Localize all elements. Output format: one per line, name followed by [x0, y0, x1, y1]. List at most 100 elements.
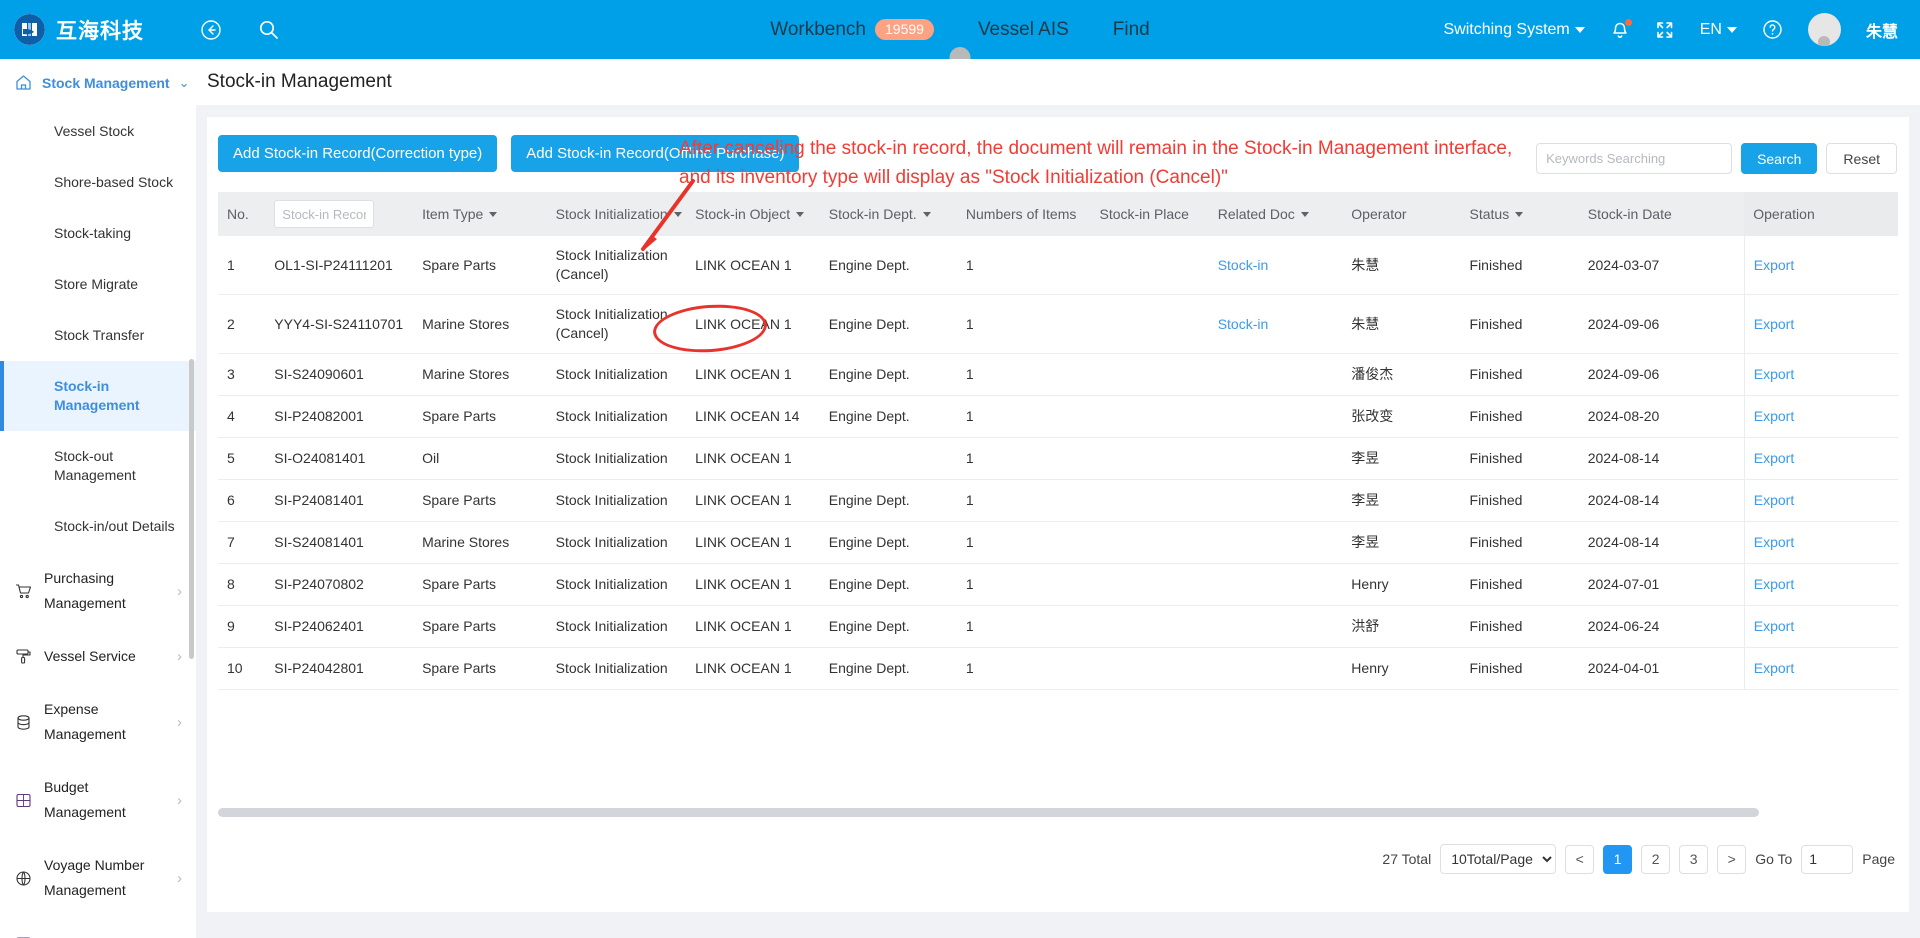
- nav-item-workbench[interactable]: Workbench 19599: [770, 19, 934, 41]
- notifications-button[interactable]: [1610, 18, 1632, 40]
- cell-stock-in-place: [1090, 605, 1209, 648]
- goto-page-input[interactable]: [1801, 844, 1854, 874]
- cell-operation[interactable]: Export: [1743, 563, 1898, 606]
- page-button-1[interactable]: 1: [1603, 844, 1633, 874]
- page-button-3[interactable]: 3: [1679, 844, 1709, 874]
- cell-operation[interactable]: Export: [1743, 647, 1898, 690]
- sidebar-item-stock-in-out-details[interactable]: Stock-in/out Details: [0, 501, 196, 552]
- search-button[interactable]: Search: [1741, 143, 1818, 174]
- cell-numbers-of-items: 1: [956, 294, 1091, 354]
- cell-operation[interactable]: Export: [1743, 236, 1898, 295]
- table-row[interactable]: 10 SI-P24042801 Spare Parts Stock Initializ…: [218, 647, 1898, 690]
- add-stock-in-correction-button[interactable]: Add Stock-in Record(Correction type): [218, 135, 498, 172]
- reset-button[interactable]: Reset: [1826, 143, 1897, 174]
- avatar[interactable]: [949, 13, 1841, 59]
- export-link[interactable]: Export: [1754, 660, 1794, 676]
- sidebar-item-stock-in-management[interactable]: Stock-in Management: [0, 361, 196, 431]
- filter-caret-icon: [673, 211, 682, 217]
- cell-related-doc: [1208, 395, 1343, 438]
- table-row[interactable]: 2 YYY4-SI-S24110701 Marine Stores Stock Ini…: [218, 294, 1898, 354]
- export-link[interactable]: Export: [1754, 257, 1794, 273]
- cell-numbers-of-items: 1: [956, 437, 1091, 480]
- switching-system-button[interactable]: Switching System: [1443, 21, 1585, 39]
- col-stock-in-object[interactable]: Stock-in Object: [686, 192, 820, 236]
- col-status[interactable]: Status: [1460, 192, 1579, 236]
- cell-stock-initialization: Stock Initialization: [546, 479, 687, 522]
- next-page-button[interactable]: >: [1717, 844, 1747, 874]
- col-item-type[interactable]: Item Type: [413, 192, 547, 236]
- col-stock-initialization[interactable]: Stock Initialization: [546, 192, 687, 236]
- sidebar-item-label: Shore-based Stock: [54, 174, 174, 190]
- stock-in-record-no-filter-input[interactable]: [274, 200, 375, 228]
- chevron-down-icon: [1726, 26, 1737, 33]
- sidebar-group-vessel-report[interactable]: Vessel Report ›: [0, 917, 196, 938]
- table-row[interactable]: 5 SI-O24081401 Oil Stock Initialization LINK…: [218, 437, 1898, 480]
- cell-operation[interactable]: Export: [1743, 395, 1898, 438]
- language-selector[interactable]: EN: [1700, 21, 1737, 39]
- user-name[interactable]: 朱慧: [1866, 18, 1898, 42]
- cell-stock-initialization: Stock Initialization: [546, 605, 687, 648]
- sidebar-group-purchasing-management[interactable]: Purchasing Management ›: [0, 552, 196, 630]
- cell-stock-in-date: 2024-06-24: [1578, 605, 1745, 648]
- sidebar-item-shore-based-stock[interactable]: Shore-based Stock: [0, 157, 196, 208]
- page-button-2[interactable]: 2: [1641, 844, 1671, 874]
- sidebar-group-budget-management[interactable]: Budget Management ›: [0, 761, 196, 839]
- sidebar-scrollbar[interactable]: [189, 359, 194, 659]
- col-stock-in-date[interactable]: Stock-in Date: [1578, 192, 1745, 236]
- export-link[interactable]: Export: [1754, 618, 1794, 634]
- export-link[interactable]: Export: [1754, 492, 1794, 508]
- table-row[interactable]: 9 SI-P24062401 Spare Parts Stock Initializa…: [218, 605, 1898, 648]
- search-icon[interactable]: [258, 19, 279, 40]
- prev-page-button[interactable]: <: [1565, 844, 1595, 874]
- cell-operation[interactable]: Export: [1743, 437, 1898, 480]
- cell-related-doc[interactable]: Stock-in: [1208, 236, 1343, 295]
- table-row[interactable]: 1 OL1-SI-P24111201 Spare Parts Stock Initia…: [218, 236, 1898, 295]
- sidebar-root-stock-management[interactable]: Stock Management ⌄: [0, 59, 196, 106]
- horizontal-scrollbar[interactable]: [218, 808, 1759, 817]
- cell-operation[interactable]: Export: [1743, 521, 1898, 564]
- cell-operation[interactable]: Export: [1743, 605, 1898, 648]
- table-row[interactable]: 7 SI-S24081401 Marine Stores Stock Initiali…: [218, 521, 1898, 564]
- nav-item-find[interactable]: Find: [1113, 19, 1150, 41]
- sidebar-group-vessel-service[interactable]: Vessel Service ›: [0, 630, 196, 683]
- cell-numbers-of-items: 1: [956, 479, 1091, 522]
- sidebar-item-stock-taking[interactable]: Stock-taking: [0, 208, 196, 259]
- export-link[interactable]: Export: [1754, 450, 1794, 466]
- export-link[interactable]: Export: [1754, 534, 1794, 550]
- help-button[interactable]: [1762, 19, 1783, 40]
- cell-stock-in-place: [1090, 437, 1209, 480]
- col-related-doc[interactable]: Related Doc: [1208, 192, 1343, 236]
- export-link[interactable]: Export: [1754, 576, 1794, 592]
- table-row[interactable]: 4 SI-P24082001 Spare Parts Stock Initializa…: [218, 395, 1898, 438]
- nav-item-vessel-ais[interactable]: Vessel AIS: [978, 19, 1069, 41]
- related-doc-link[interactable]: Stock-in: [1218, 257, 1269, 273]
- export-link[interactable]: Export: [1754, 408, 1794, 424]
- sidebar-item-vessel-stock[interactable]: Vessel Stock: [0, 106, 196, 157]
- cell-operation[interactable]: Export: [1743, 294, 1898, 354]
- cell-stock-in-object: LINK OCEAN 1: [686, 647, 820, 690]
- sidebar-group-voyage-number-management[interactable]: Voyage Number Management ›: [0, 839, 196, 917]
- export-link[interactable]: Export: [1754, 316, 1794, 332]
- sidebar-item-stock-transfer[interactable]: Stock Transfer: [0, 310, 196, 361]
- cell-no: 2: [218, 294, 266, 354]
- keywords-search-input[interactable]: [1536, 143, 1733, 174]
- table-row[interactable]: 8 SI-P24070802 Spare Parts Stock Initializa…: [218, 563, 1898, 606]
- col-no: No.: [218, 192, 266, 236]
- cell-operation[interactable]: Export: [1743, 479, 1898, 522]
- sidebar-item-stock-out-management[interactable]: Stock-out Management: [0, 431, 196, 501]
- related-doc-link[interactable]: Stock-in: [1218, 316, 1269, 332]
- add-stock-in-offline-button[interactable]: Add Stock-in Record(Offline Purchase): [511, 135, 800, 172]
- fullscreen-button[interactable]: [1655, 20, 1675, 40]
- export-link[interactable]: Export: [1754, 366, 1794, 382]
- table-row[interactable]: 3 SI-S24090601 Marine Stores Stock Initiali…: [218, 353, 1898, 396]
- cell-stock-in-dept: Engine Dept.: [819, 294, 957, 354]
- cell-operation[interactable]: Export: [1743, 353, 1898, 396]
- page-size-select[interactable]: 10Total/Page: [1440, 844, 1557, 874]
- sidebar-group-expense-management[interactable]: Expense Management ›: [0, 683, 196, 761]
- col-stock-in-dept[interactable]: Stock-in Dept.: [819, 192, 957, 236]
- sidebar-item-store-migrate[interactable]: Store Migrate: [0, 259, 196, 310]
- table-row[interactable]: 6 SI-P24081401 Spare Parts Stock Initializa…: [218, 479, 1898, 522]
- cell-related-doc[interactable]: Stock-in: [1208, 294, 1343, 354]
- cell-stock-in-date: 2024-08-14: [1578, 437, 1745, 480]
- back-arrow-icon[interactable]: [200, 19, 222, 41]
